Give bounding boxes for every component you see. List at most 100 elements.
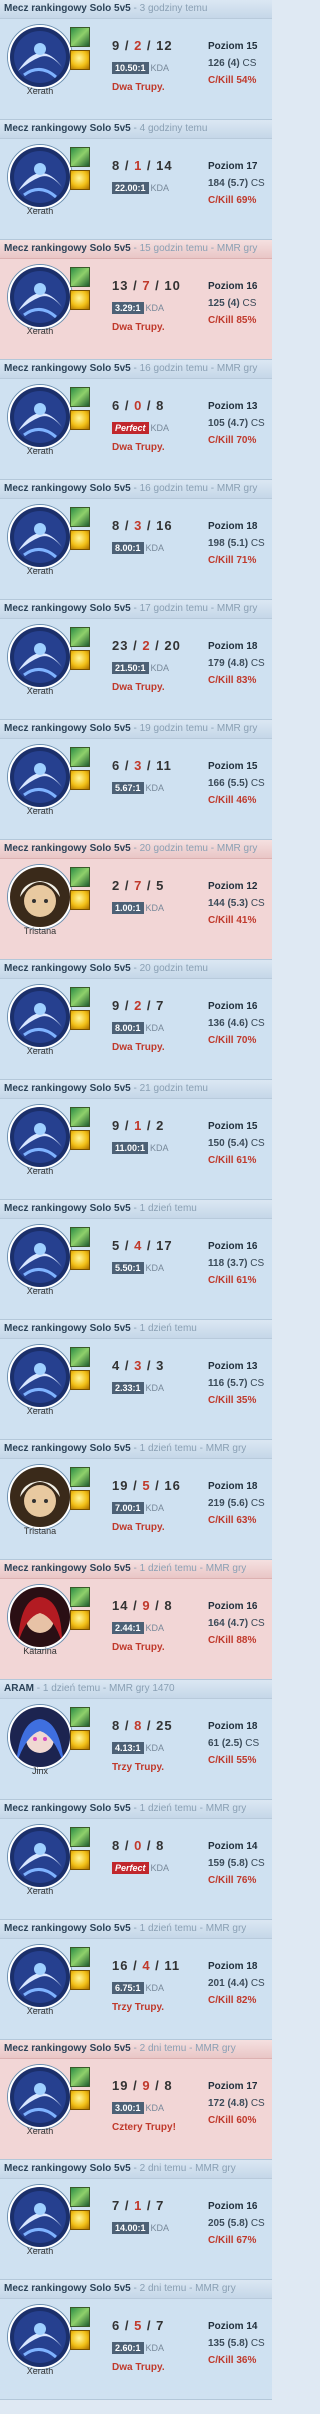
summoner-spell-1-icon [70, 1347, 90, 1367]
summoner-spell-1-icon [70, 1947, 90, 1967]
champion-portrait-icon[interactable] [8, 1705, 72, 1769]
assists: 8 [156, 398, 165, 413]
match-stats: Poziom 17 172 (4.8) CS C/Kill 60% [208, 2078, 265, 2129]
match-header: Mecz rankingowy Solo 5v5 - 4 godziny tem… [0, 120, 272, 139]
match-row[interactable]: Mecz rankingowy Solo 5v5 - 1 dzień temu … [0, 1920, 272, 2040]
kill-participation: C/Kill 61% [208, 1275, 257, 1286]
champion-portrait-icon[interactable] [8, 145, 72, 209]
summoner-spell-2-icon [70, 1970, 90, 1990]
champion-portrait-icon[interactable] [8, 2185, 72, 2249]
champion-level: Poziom 18 [208, 521, 258, 532]
match-row[interactable]: Mecz rankingowy Solo 5v5 - 21 godzin tem… [0, 1080, 272, 1200]
match-row[interactable]: Mecz rankingowy Solo 5v5 - 19 godzin tem… [0, 720, 272, 840]
match-row[interactable]: Mecz rankingowy Solo 5v5 - 1 dzień temu … [0, 1800, 272, 1920]
kda-ratio-label: KDA [150, 423, 170, 433]
summoner-spell-1-icon [70, 1467, 90, 1487]
match-row[interactable]: Mecz rankingowy Solo 5v5 - 4 godziny tem… [0, 120, 272, 240]
champion-level: Poziom 18 [208, 1961, 258, 1972]
champion-portrait-icon[interactable] [8, 985, 72, 1049]
time-ago: - 16 godzin temu - MMR gry [130, 483, 258, 494]
queue-type: Mecz rankingowy Solo 5v5 [4, 1923, 131, 1934]
match-row[interactable]: Mecz rankingowy Solo 5v5 - 1 dzień temu X… [0, 1200, 272, 1320]
summoner-spell-2-icon [70, 890, 90, 910]
match-row[interactable]: Mecz rankingowy Solo 5v5 - 2 dni temu - … [0, 2040, 272, 2160]
kda-ratio-value: Perfect [112, 1862, 149, 1874]
champion-portrait-icon[interactable] [8, 1345, 72, 1409]
assists: 11 [164, 1958, 181, 1973]
summoner-spell-2-icon [70, 1850, 90, 1870]
assists: 14 [156, 158, 173, 173]
time-ago: - 2 dni temu - MMR gry [130, 2163, 236, 2174]
match-row[interactable]: Mecz rankingowy Solo 5v5 - 2 dni temu - … [0, 2280, 272, 2400]
match-row[interactable]: Mecz rankingowy Solo 5v5 - 1 dzień temu … [0, 1560, 272, 1680]
match-row[interactable]: Mecz rankingowy Solo 5v5 - 17 godzin tem… [0, 600, 272, 720]
champion-portrait-icon[interactable] [8, 865, 72, 929]
champion-portrait-icon[interactable] [8, 505, 72, 569]
cs-label: CS [250, 2338, 265, 2349]
kills: 8 [112, 1838, 121, 1853]
match-stats: Poziom 16 125 (4) CS C/Kill 85% [208, 278, 257, 329]
assists: 17 [156, 1238, 173, 1253]
champion-level: Poziom 16 [208, 1241, 258, 1252]
match-header: Mecz rankingowy Solo 5v5 - 15 godzin tem… [0, 240, 272, 259]
champion-level: Poziom 16 [208, 281, 258, 292]
champion-portrait-icon[interactable] [8, 25, 72, 89]
champion-portrait-icon[interactable] [8, 1825, 72, 1889]
match-stats: Poziom 16 118 (3.7) CS C/Kill 61% [208, 1238, 264, 1289]
summoner-spell-1-icon [70, 2067, 90, 2087]
kill-participation: C/Kill 70% [208, 435, 257, 446]
time-ago: - 20 godzin temu [130, 963, 208, 974]
match-row[interactable]: Mecz rankingowy Solo 5v5 - 16 godzin tem… [0, 360, 272, 480]
champion-name: Xerath [26, 1046, 54, 1056]
creep-score: 201 (4.4) [208, 1978, 249, 1989]
champion-portrait-icon[interactable] [8, 1585, 72, 1649]
match-row[interactable]: Mecz rankingowy Solo 5v5 - 16 godzin tem… [0, 480, 272, 600]
kda-ratio-label: KDA [150, 2223, 170, 2233]
champion-name: Xerath [26, 686, 54, 696]
champion-level: Poziom 15 [208, 41, 258, 52]
summoner-spell-1-icon [70, 27, 90, 47]
champion-portrait-icon[interactable] [8, 2305, 72, 2369]
champion-portrait-icon[interactable] [8, 1105, 72, 1169]
match-row[interactable]: Mecz rankingowy Solo 5v5 - 1 dzień temu X… [0, 1320, 272, 1440]
champion-portrait-icon[interactable] [8, 625, 72, 689]
match-row[interactable]: ARAM - 1 dzień temu - MMR gry 1470 Jinx 8 … [0, 1680, 272, 1800]
queue-type: Mecz rankingowy Solo 5v5 [4, 2043, 131, 2054]
match-row[interactable]: Mecz rankingowy Solo 5v5 - 3 godziny tem… [0, 0, 272, 120]
kda-score: 19 / 5 / 16 [112, 1478, 181, 1493]
champion-portrait-icon[interactable] [8, 745, 72, 809]
champion-portrait-icon[interactable] [8, 2065, 72, 2129]
deaths: 5 [142, 1478, 151, 1493]
kill-participation: C/Kill 69% [208, 195, 257, 206]
assists: 16 [156, 518, 173, 533]
champion-name: Xerath [26, 206, 54, 216]
champion-name: Xerath [26, 1286, 54, 1296]
champion-portrait-icon[interactable] [8, 1465, 72, 1529]
match-stats: Poziom 15 166 (5.5) CS C/Kill 46% [208, 758, 265, 809]
time-ago: - 1 dzień temu [130, 1323, 197, 1334]
kda-ratio-value: 21.50:1 [112, 662, 149, 674]
queue-type: Mecz rankingowy Solo 5v5 [4, 483, 131, 494]
kda-ratio-label: KDA [145, 2343, 165, 2353]
assists: 10 [164, 278, 181, 293]
match-row[interactable]: Mecz rankingowy Solo 5v5 - 20 godzin tem… [0, 960, 272, 1080]
kill-participation: C/Kill 54% [208, 75, 257, 86]
match-row[interactable]: Mecz rankingowy Solo 5v5 - 2 dni temu - … [0, 2160, 272, 2280]
kill-participation: C/Kill 85% [208, 315, 257, 326]
match-row[interactable]: Mecz rankingowy Solo 5v5 - 20 godzin tem… [0, 840, 272, 960]
assists: 2 [156, 1118, 165, 1133]
summoner-spell-1-icon [70, 1707, 90, 1727]
kda-ratio: 5.67:1 KDA [112, 782, 164, 794]
cs-label: CS [250, 1018, 265, 1029]
champion-portrait-icon[interactable] [8, 1945, 72, 2009]
match-row[interactable]: Mecz rankingowy Solo 5v5 - 1 dzień temu … [0, 1440, 272, 1560]
match-row[interactable]: Mecz rankingowy Solo 5v5 - 15 godzin tem… [0, 240, 272, 360]
champion-portrait-icon[interactable] [8, 385, 72, 449]
summoner-spell-2-icon [70, 1130, 90, 1150]
champion-portrait-icon[interactable] [8, 1225, 72, 1289]
champion-portrait-icon[interactable] [8, 265, 72, 329]
cs-label: CS [250, 2218, 265, 2229]
deaths: 2 [134, 998, 143, 1013]
kda-ratio: 22.00:1 KDA [112, 182, 169, 194]
champion-name: Xerath [26, 1886, 54, 1896]
